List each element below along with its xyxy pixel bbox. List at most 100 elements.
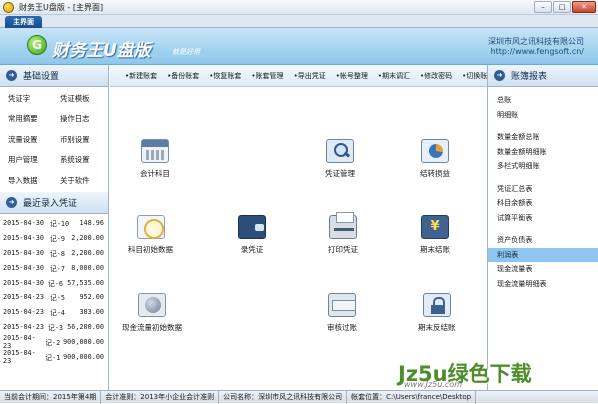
voucher-manage-button[interactable]: 凭证管理 bbox=[325, 139, 355, 179]
list-item[interactable]: 2015-04-30 记-6 57,535.00 bbox=[0, 275, 108, 290]
manage-account-set-button[interactable]: •账套管理 bbox=[251, 71, 283, 81]
carry-profit-button[interactable]: 结转损益 bbox=[420, 139, 450, 179]
reports-list: 总账 明细账 数量金额总账 数量金额明细账 多栏式明细账 凭证汇总表 科目余额表… bbox=[488, 87, 598, 291]
status-period: 当前会计期间：2015年第4期 bbox=[0, 390, 102, 404]
subject-initial-label: 科目初始数据 bbox=[128, 245, 173, 254]
settings-item-system-settings[interactable]: 系统设置 bbox=[60, 154, 112, 169]
recent-vouchers-title: 最近录入凭证 bbox=[23, 199, 78, 209]
report-general-ledger[interactable]: 总账 bbox=[497, 93, 598, 108]
account-subject-button[interactable]: 会计科目 bbox=[140, 139, 170, 179]
voucher-number: 记-9 bbox=[50, 235, 65, 244]
settings-item-common-summary[interactable]: 常用摘要 bbox=[8, 113, 60, 128]
settings-item-voucher-template[interactable]: 凭证模板 bbox=[60, 93, 112, 108]
status-bar: 当前会计期间：2015年第4期 会计准则：2013年小企业会计准则 公司名称：深… bbox=[0, 390, 598, 404]
watermark-url: www.Jz5u.com bbox=[404, 380, 463, 389]
app-header: G 财务王U盘版 就是好用 深圳市风之讯科技有限公司 http://www.fe… bbox=[0, 28, 598, 65]
enter-voucher-label: 录凭证 bbox=[240, 245, 264, 254]
new-account-set-button[interactable]: •新建账套 bbox=[125, 71, 157, 81]
basic-settings-header: ➜ 基础设置 bbox=[0, 65, 108, 87]
list-item[interactable]: 2015-04-23 记-5 952.00 bbox=[0, 290, 108, 305]
organize-accounts-button[interactable]: •帐号整理 bbox=[336, 71, 368, 81]
main-toolbar: •新建账套 •备份账套 •恢复账套 •账套管理 •导出凭证 •帐号整理 •期末调… bbox=[110, 65, 494, 87]
voucher-number: 记-3 bbox=[48, 323, 64, 332]
settings-item-import-data[interactable]: 导入数据 bbox=[8, 175, 60, 190]
logo-icon: G bbox=[27, 35, 47, 55]
subject-initial-button[interactable]: 科目初始数据 bbox=[128, 215, 173, 255]
report-cashflow[interactable]: 现金流量表 bbox=[497, 262, 598, 277]
voucher-date: 2015-04-30 bbox=[3, 234, 44, 243]
voucher-date: 2015-04-30 bbox=[3, 263, 44, 272]
period-exchange-adjust-button[interactable]: •期末调汇 bbox=[378, 71, 410, 81]
enter-voucher-button[interactable]: 录凭证 bbox=[238, 215, 266, 255]
settings-item-about[interactable]: 关于软件 bbox=[60, 175, 112, 190]
period-close-button[interactable]: 期末结账 bbox=[420, 215, 450, 255]
list-item[interactable]: 2015-04-23 记-1 900,000.00 bbox=[0, 349, 108, 365]
print-voucher-button[interactable]: 打印凭证 bbox=[328, 212, 358, 255]
report-cashflow-detail[interactable]: 现金流量明细表 bbox=[497, 277, 598, 292]
report-balance-sheet[interactable]: 资产负债表 bbox=[497, 233, 598, 248]
recent-vouchers-header: ➜ 最近录入凭证 bbox=[0, 192, 108, 214]
voucher-amount: 56,200.00 bbox=[67, 322, 104, 331]
audit-post-button[interactable]: 审核过账 bbox=[327, 293, 357, 333]
cashflow-initial-button[interactable]: 现金流量初始数据 bbox=[122, 293, 182, 333]
status-standard: 会计准则：2013年小企业会计准则 bbox=[101, 390, 220, 404]
voucher-number: 记-1 bbox=[45, 353, 61, 362]
maximize-button[interactable]: □ bbox=[553, 1, 571, 13]
window-controls: – □ ✕ bbox=[534, 1, 596, 13]
settings-item-operation-log[interactable]: 操作日志 bbox=[60, 113, 112, 128]
report-subject-balance[interactable]: 科目余额表 bbox=[497, 196, 598, 211]
lock-icon bbox=[422, 293, 451, 317]
restore-account-set-button[interactable]: •恢复账套 bbox=[209, 71, 241, 81]
reports-header: ➜ 账簿报表 bbox=[488, 65, 598, 87]
backup-account-set-button[interactable]: •备份账套 bbox=[167, 71, 199, 81]
company-info: 深圳市风之讯科技有限公司 http://www.fengsoft.cn/ bbox=[488, 37, 584, 57]
voucher-amount: 2,200.00 bbox=[71, 248, 104, 257]
voucher-date: 2015-04-30 bbox=[3, 219, 44, 228]
settings-item-voucher-word[interactable]: 凭证字 bbox=[8, 93, 60, 108]
report-voucher-summary[interactable]: 凭证汇总表 bbox=[497, 182, 598, 197]
list-item[interactable]: 2015-04-23 记-4 383.00 bbox=[0, 305, 108, 320]
change-password-button[interactable]: •修改密码 bbox=[420, 71, 452, 81]
gauge-icon bbox=[136, 215, 165, 239]
window-titlebar: 财务王U盘版 - [主界面] – □ ✕ bbox=[0, 0, 598, 15]
brand-title: 财务王U盘版 bbox=[52, 41, 151, 61]
report-income-statement[interactable]: 利润表 bbox=[488, 247, 598, 262]
report-trial-balance[interactable]: 试算平衡表 bbox=[497, 211, 598, 226]
tab-main[interactable]: 主界面 bbox=[5, 16, 42, 28]
voucher-amount: 57,535.00 bbox=[67, 278, 104, 287]
basic-settings-list: 凭证字 凭证模板 常用摘要 操作日志 流量设置 币别设置 用户管理 系统设置 导… bbox=[0, 87, 108, 190]
voucher-date: 2015-04-23 bbox=[3, 333, 36, 350]
reports-title: 账簿报表 bbox=[511, 72, 548, 82]
list-item[interactable]: 2015-04-30 记-10 148.96 bbox=[0, 216, 108, 231]
voucher-number: 记-6 bbox=[48, 279, 64, 288]
recent-vouchers-list: 2015-04-30 记-10 148.96 2015-04-30 记-9 2,200.… bbox=[0, 214, 108, 364]
settings-item-currency-settings[interactable]: 币别设置 bbox=[60, 134, 112, 149]
tab-strip: 主界面 bbox=[0, 15, 598, 28]
export-voucher-button[interactable]: •导出凭证 bbox=[294, 71, 326, 81]
voucher-amount: 900,000.00 bbox=[63, 352, 104, 361]
arrow-right-icon: ➜ bbox=[6, 197, 17, 208]
report-detail-ledger[interactable]: 明细账 bbox=[497, 108, 598, 123]
list-item[interactable]: 2015-04-30 记-9 2,200.00 bbox=[0, 231, 108, 246]
list-item[interactable]: 2015-04-23 记-3 56,200.00 bbox=[0, 320, 108, 335]
close-button[interactable]: ✕ bbox=[572, 1, 596, 13]
list-item[interactable]: 2015-04-30 记-7 8,000.00 bbox=[0, 260, 108, 275]
company-website[interactable]: http://www.fengsoft.cn/ bbox=[488, 47, 584, 57]
settings-item-flow-settings[interactable]: 流量设置 bbox=[8, 134, 60, 149]
report-multicolumn-ledger[interactable]: 多栏式明细账 bbox=[497, 159, 598, 174]
list-item[interactable]: 2015-04-23 记-2 900,000.00 bbox=[0, 333, 108, 350]
print-voucher-label: 打印凭证 bbox=[328, 245, 358, 254]
voucher-number: 记-7 bbox=[50, 264, 65, 273]
reverse-close-button[interactable]: 期末反结账 bbox=[418, 293, 456, 333]
wallet-icon bbox=[238, 215, 266, 239]
cashflow-initial-label: 现金流量初始数据 bbox=[122, 323, 182, 332]
report-qty-general-ledger[interactable]: 数量金额总账 bbox=[497, 130, 598, 145]
voucher-date: 2015-04-23 bbox=[3, 293, 44, 302]
period-close-label: 期末结账 bbox=[420, 245, 450, 254]
minimize-button[interactable]: – bbox=[534, 1, 552, 13]
list-item[interactable]: 2015-04-30 记-8 2,200.00 bbox=[0, 246, 108, 261]
report-qty-detail-ledger[interactable]: 数量金额明细账 bbox=[497, 145, 598, 160]
settings-item-user-management[interactable]: 用户管理 bbox=[8, 154, 60, 169]
voucher-date: 2015-04-30 bbox=[3, 248, 44, 257]
carry-profit-label: 结转损益 bbox=[420, 169, 450, 178]
